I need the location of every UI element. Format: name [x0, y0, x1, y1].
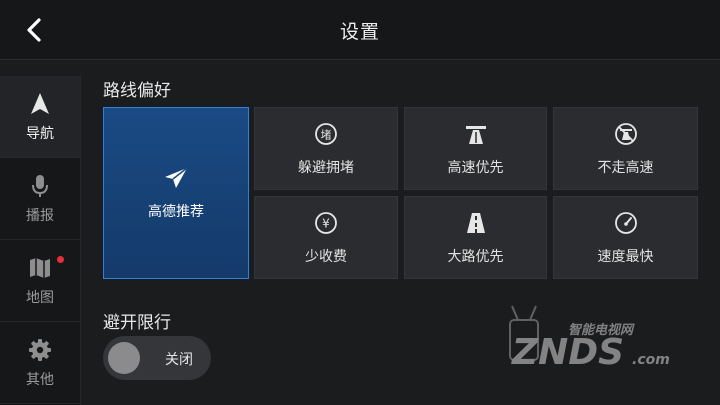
- sidebar-item-map[interactable]: 地图: [0, 240, 80, 322]
- route-option-avoid-congestion[interactable]: 堵 躲避拥堵: [254, 107, 398, 190]
- route-option-label: 大路优先: [447, 248, 504, 265]
- route-option-highway-first[interactable]: 高速优先: [404, 107, 547, 190]
- microphone-icon: [27, 173, 53, 199]
- main-road-icon: [463, 210, 489, 236]
- sidebar-item-broadcast[interactable]: 播报: [0, 158, 80, 240]
- top-bar: 设置: [0, 0, 720, 60]
- sidebar-item-label: 其他: [26, 371, 54, 388]
- route-option-label: 不走高速: [597, 159, 654, 176]
- icon-glyph: ¥: [322, 216, 330, 230]
- route-option-label: 高德推荐: [148, 204, 204, 220]
- gear-icon: [27, 337, 53, 363]
- paper-plane-icon: [163, 165, 189, 191]
- sidebar-item-other[interactable]: 其他: [0, 322, 80, 404]
- sidebar-item-navigation[interactable]: 导航: [0, 76, 80, 158]
- navigation-arrow-icon: [27, 91, 53, 117]
- route-option-avoid-highway[interactable]: 不走高速: [553, 107, 698, 190]
- notification-badge: [57, 256, 64, 263]
- route-option-less-toll[interactable]: ¥ 少收费: [254, 196, 398, 279]
- sidebar-item-label: 地图: [26, 289, 54, 306]
- avoid-restriction-toggle[interactable]: 关闭: [103, 336, 211, 380]
- no-highway-icon: [613, 121, 639, 147]
- avoid-congestion-icon: 堵: [313, 121, 339, 147]
- watermark-suffix: .com: [632, 352, 670, 368]
- route-option-label: 高速优先: [447, 159, 504, 176]
- znds-watermark-logo: 智能电视网 ZNDS .com: [509, 305, 670, 373]
- yuan-icon: ¥: [313, 210, 339, 236]
- route-option-main-road-first[interactable]: 大路优先: [404, 196, 547, 279]
- toggle-knob: [108, 342, 140, 374]
- route-option-amap-recommended[interactable]: 高德推荐: [103, 107, 249, 279]
- highway-icon: [463, 121, 489, 147]
- watermark-brand: ZNDS: [511, 332, 624, 373]
- icon-glyph: 堵: [321, 127, 332, 141]
- avoid-restriction-title: 避开限行: [103, 313, 171, 333]
- speedometer-icon: [613, 210, 639, 236]
- route-option-label: 速度最快: [597, 248, 654, 265]
- sidebar-item-label: 导航: [26, 125, 54, 142]
- route-option-fastest[interactable]: 速度最快: [553, 196, 698, 279]
- route-preference-title: 路线偏好: [103, 81, 171, 101]
- page-title: 设置: [339, 21, 380, 43]
- toggle-state-label: 关闭: [165, 352, 193, 368]
- route-option-label: 躲避拥堵: [298, 159, 354, 176]
- map-icon: [27, 255, 53, 281]
- sidebar: 导航 播报 地图 其他: [0, 76, 81, 405]
- sidebar-item-label: 播报: [26, 207, 54, 224]
- route-option-label: 少收费: [305, 248, 347, 265]
